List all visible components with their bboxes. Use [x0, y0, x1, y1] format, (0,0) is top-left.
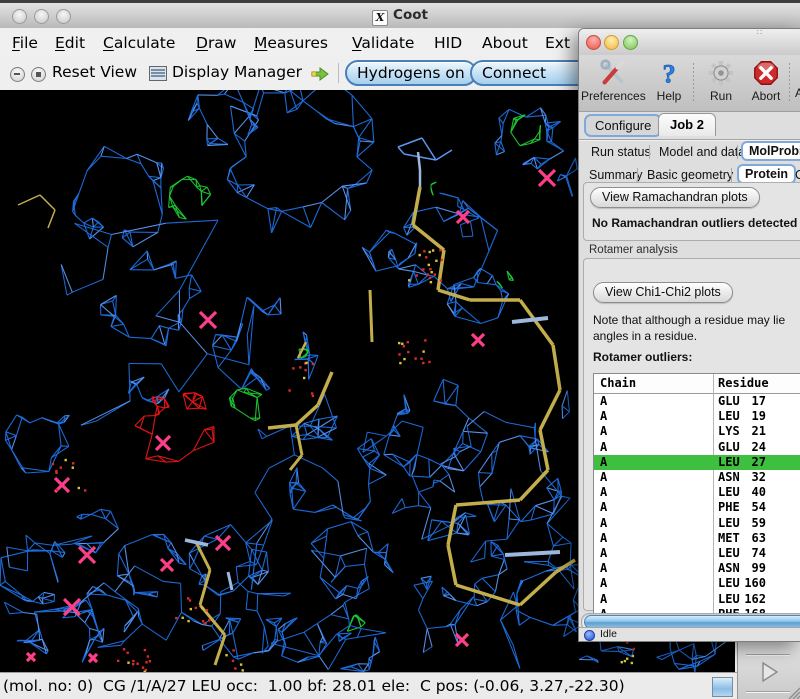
- toolbar-separator: [693, 63, 694, 103]
- x11-icon: X: [372, 10, 388, 26]
- display-manager-button[interactable]: Display Manager: [172, 63, 302, 81]
- table-row[interactable]: AASN99: [594, 561, 800, 576]
- tab-run-status[interactable]: Run status: [591, 145, 651, 159]
- tab-clashes[interactable]: Cl: [795, 168, 800, 182]
- main-statusbar: (mol. no: 0) CG /1/A/27 LEU occ: 1.00 bf…: [0, 672, 740, 699]
- rotamer-outliers-label: Rotamer outliers:: [593, 350, 692, 364]
- tab-molprobity[interactable]: MolProbity: [743, 143, 800, 159]
- help-button[interactable]: ?Help: [649, 58, 689, 103]
- rotamer-note-line2: angles in a residue.: [593, 329, 697, 343]
- menu-validate[interactable]: Validate: [350, 32, 416, 54]
- hydrogens-toggle-button[interactable]: Hydrogens on: [345, 60, 477, 86]
- idle-status-text: Idle: [600, 628, 617, 640]
- preferences-button[interactable]: Preferences: [581, 58, 645, 103]
- table-row[interactable]: AGLU24: [594, 440, 800, 455]
- table-row[interactable]: AGLU17: [594, 394, 800, 409]
- table-row[interactable]: ALYS21: [594, 424, 800, 439]
- tab-basic-geometry[interactable]: Basic geometry: [647, 168, 733, 182]
- resize-grip-icon[interactable]: [785, 684, 800, 699]
- status-color-swatch: [712, 677, 733, 697]
- menu-calculate[interactable]: Calculate: [101, 32, 177, 54]
- window-title: XCoot: [0, 7, 800, 26]
- clipped-toolbar-label: A: [795, 85, 800, 100]
- undo-nav-icon[interactable]: [10, 67, 25, 82]
- notebook-rule: [579, 139, 800, 140]
- display-manager-icon[interactable]: [149, 66, 167, 81]
- dialog-close-icon[interactable]: [586, 35, 601, 50]
- side-panel: [737, 640, 800, 699]
- panel-divider: [746, 654, 790, 655]
- tab-separator: [731, 168, 732, 182]
- go-arrow-icon[interactable]: [310, 67, 330, 81]
- view-chi1-chi2-plots-button[interactable]: View Chi1-Chi2 plots: [593, 282, 733, 303]
- table-row[interactable]: ALEU40: [594, 485, 800, 500]
- tab-configure[interactable]: Configure: [586, 116, 660, 135]
- dialog-titlebar: ∷: [579, 29, 800, 56]
- panel-divider: [746, 691, 790, 692]
- svg-text:?: ?: [662, 59, 675, 88]
- rotamer-outliers-table[interactable]: Chain Residue AGLU17ALEU19ALYS21AGLU24AL…: [593, 373, 800, 614]
- table-row[interactable]: ALEU160: [594, 576, 800, 591]
- abort-icon: [751, 58, 781, 88]
- table-row[interactable]: ALEU27: [594, 455, 800, 470]
- molprobity-dialog: ∷ A Preferences?Help RunAbort Configure J…: [578, 28, 800, 642]
- dialog-zoom-icon[interactable]: [623, 35, 638, 50]
- menu-edit[interactable]: Edit: [53, 32, 87, 54]
- menu-draw[interactable]: Draw: [194, 32, 239, 54]
- view-ramachandran-plots-button[interactable]: View Ramachandran plots: [590, 187, 760, 208]
- menu-file[interactable]: File: [10, 32, 40, 54]
- help-icon: ?: [654, 58, 684, 88]
- dialog-minimize-icon[interactable]: [604, 35, 619, 50]
- tab-job-2[interactable]: Job 2: [658, 113, 716, 136]
- tab-separator: [637, 168, 638, 182]
- record-view-icon[interactable]: [31, 67, 46, 82]
- main-titlebar: XCoot: [0, 3, 800, 29]
- tab-model-and-data[interactable]: Model and data: [659, 145, 745, 159]
- rotamer-frame-label: Rotamer analysis: [589, 244, 678, 256]
- column-header-chain[interactable]: Chain: [600, 376, 636, 390]
- abort-button[interactable]: Abort: [743, 58, 789, 103]
- menu-about[interactable]: About: [480, 32, 530, 54]
- tab-separator: [737, 145, 738, 159]
- table-row[interactable]: ALEU162: [594, 592, 800, 607]
- table-header[interactable]: Chain Residue: [594, 374, 800, 394]
- menu-measures[interactable]: Measures: [252, 32, 330, 54]
- table-row[interactable]: AASN32: [594, 470, 800, 485]
- table-row[interactable]: ALEU59: [594, 516, 800, 531]
- dialog-statusbar: Idle: [579, 627, 800, 641]
- tab-protein[interactable]: Protein: [739, 166, 794, 182]
- ramachandran-frame: View Ramachandran plots No Ramachandran …: [583, 182, 800, 241]
- reset-view-button[interactable]: Reset View: [52, 63, 137, 81]
- tab-separator: [649, 145, 650, 159]
- tab-summary[interactable]: Summary: [589, 168, 642, 182]
- play-icon[interactable]: [758, 661, 782, 683]
- table-row[interactable]: ALEU74: [594, 546, 800, 561]
- menu-hid[interactable]: HID: [432, 32, 464, 54]
- tools-icon: [598, 58, 628, 88]
- gear-icon: [706, 58, 736, 88]
- dialog-grip-icon: ∷: [757, 31, 763, 35]
- table-row[interactable]: AMET63: [594, 531, 800, 546]
- column-header-residue[interactable]: Residue: [718, 376, 769, 390]
- coot-application: XCoot File Edit Calculate Draw Measures Valid…: [0, 0, 800, 699]
- ramachandran-message: No Ramachandran outliers detected: [592, 216, 797, 230]
- dialog-toolbar: A Preferences?Help RunAbort: [579, 55, 800, 112]
- menu-ext[interactable]: Ext: [543, 32, 572, 54]
- run-button[interactable]: Run: [701, 58, 741, 103]
- rotamer-note-line1: Note that although a residue may lie: [593, 313, 785, 327]
- atom-status-text: (mol. no: 0) CG /1/A/27 LEU occ: 1.00 bf…: [3, 677, 625, 695]
- status-dot-icon: [584, 630, 595, 641]
- table-row[interactable]: APHE54: [594, 500, 800, 515]
- table-row[interactable]: ALEU19: [594, 409, 800, 424]
- toolbar-separator: [338, 63, 339, 83]
- toolbar-separator: [789, 63, 790, 103]
